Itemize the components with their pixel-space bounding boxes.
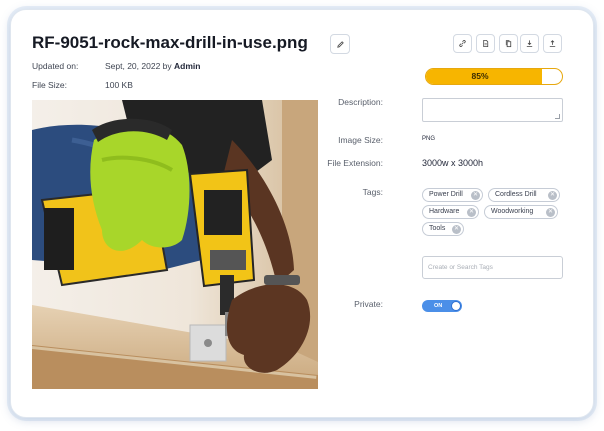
link-button[interactable] [453, 34, 472, 53]
file-button[interactable] [476, 34, 495, 53]
stage: RF-9051-rock-max-drill-in-use.png Update… [0, 0, 604, 431]
toggle-state: ON [434, 303, 443, 309]
download-icon [526, 40, 533, 47]
file-title: RF-9051-rock-max-drill-in-use.png [32, 33, 308, 52]
upload-progress-bar: 85% [425, 68, 563, 85]
image-size-value: PNG [422, 136, 436, 142]
file-details-card: RF-9051-rock-max-drill-in-use.png Update… [10, 9, 594, 418]
image-preview [32, 100, 318, 389]
image-size-label: Image Size: [338, 135, 383, 145]
progress-label: 85% [471, 71, 489, 81]
remove-tag-icon[interactable]: ✕ [548, 191, 557, 200]
tag-label: Woodworking [491, 208, 534, 215]
tag-chip[interactable]: Tools ✕ [422, 222, 464, 236]
description-field[interactable] [422, 98, 563, 122]
resize-grip-icon[interactable] [555, 114, 560, 119]
tag-chip[interactable]: Hardware ✕ [422, 205, 479, 219]
file-size-label: File Size: [32, 80, 67, 90]
pencil-icon [336, 40, 344, 48]
tag-chip[interactable]: Power Drill ✕ [422, 188, 483, 202]
tag-label: Hardware [429, 208, 460, 215]
drill-photo [32, 100, 318, 389]
upload-button[interactable] [543, 34, 562, 53]
tags-label: Tags: [362, 187, 383, 197]
download-button[interactable] [520, 34, 539, 53]
edit-title-button[interactable] [330, 34, 350, 54]
copy-button[interactable] [499, 34, 518, 53]
file-size-value: 100 KB [105, 80, 133, 90]
tag-chip[interactable]: Woodworking ✕ [484, 205, 558, 219]
updated-date: Sept, 20, 2022 by [105, 61, 172, 71]
tag-label: Power Drill [429, 191, 463, 198]
remove-tag-icon[interactable]: ✕ [467, 208, 476, 217]
remove-tag-icon[interactable]: ✕ [546, 208, 555, 217]
updated-label: Updated on: [32, 61, 79, 71]
copy-icon [505, 40, 512, 48]
tag-label: Tools [429, 225, 446, 232]
link-icon [459, 40, 466, 47]
tag-label: Cordless Drill [495, 191, 537, 198]
description-label: Description: [338, 97, 383, 107]
toggle-knob [451, 301, 461, 311]
updated-value: Sept, 20, 2022 by Admin [105, 61, 200, 71]
file-extension-label: File Extension: [327, 158, 383, 168]
upload-icon [549, 40, 556, 47]
tag-search-input[interactable] [422, 256, 563, 279]
remove-tag-icon[interactable]: ✕ [452, 225, 461, 234]
private-label: Private: [354, 299, 383, 309]
file-extension-value: 3000w x 3000h [422, 158, 484, 168]
private-toggle[interactable]: ON [422, 300, 462, 312]
tag-chip[interactable]: Cordless Drill ✕ [488, 188, 560, 202]
updated-by: Admin [174, 61, 201, 71]
remove-tag-icon[interactable]: ✕ [471, 191, 480, 200]
file-icon [483, 39, 489, 48]
